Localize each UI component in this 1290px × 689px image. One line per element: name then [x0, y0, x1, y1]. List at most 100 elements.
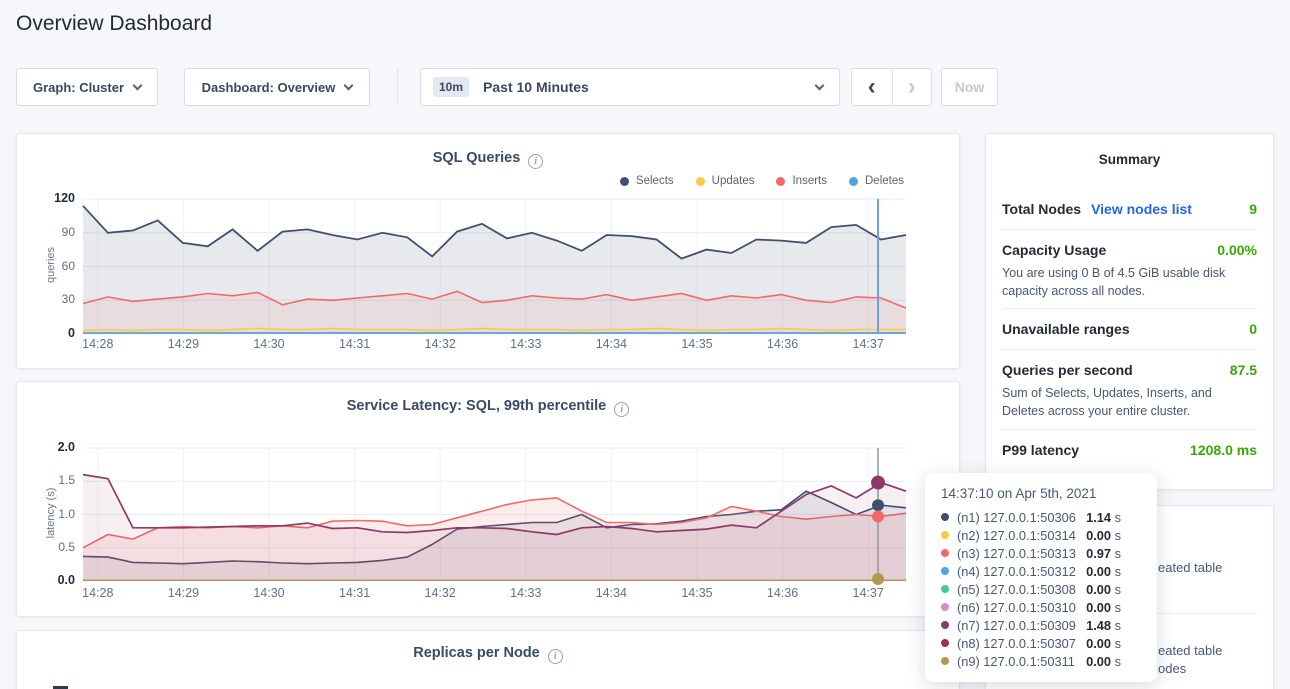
chart-card-replicas-per-node: Replicas per Nodei	[16, 630, 960, 689]
y-axis-title: latency (s)	[45, 463, 57, 563]
node-latency-unit: s	[1111, 546, 1121, 561]
x-tick-label: 14:36	[767, 586, 798, 600]
event-fragment: odes	[1158, 661, 1186, 676]
chevron-left-icon: ‹	[868, 73, 876, 101]
info-icon[interactable]: i	[528, 154, 543, 169]
summary-row: Total NodesView nodes list9	[1002, 189, 1257, 221]
legend-label: Inserts	[792, 175, 827, 187]
node-color-dot	[941, 585, 949, 593]
chart-card-service-latency: Service Latency: SQL, 99th percentilei 0…	[16, 381, 960, 617]
x-tick-label: 14:28	[82, 586, 113, 600]
chart-title: Replicas per Nodei	[17, 645, 959, 664]
x-tick-label: 14:34	[596, 586, 627, 600]
info-icon[interactable]: i	[548, 649, 563, 664]
now-button[interactable]: Now	[941, 68, 998, 106]
sql-queries-plot[interactable]	[83, 199, 906, 334]
x-tick-label: 14:30	[253, 337, 284, 351]
chart-title-text: SQL Queries	[433, 150, 521, 166]
chart-card-sql-queries: SQL Queries i Selects Updates Inserts Delete…	[16, 133, 960, 369]
x-tick-label: 14:28	[82, 337, 113, 351]
summary-description: You are using 0 B of 4.5 GiB usable disk…	[1002, 264, 1257, 300]
tooltip-row: (n6) 127.0.0.1:50310 0.00 s	[941, 598, 1141, 616]
dashboard-dropdown-label: Dashboard: Overview	[202, 80, 336, 95]
legend-item-updates[interactable]: Updates	[696, 175, 755, 187]
x-tick-label: 14:29	[168, 586, 199, 600]
tooltip-row: (n1) 127.0.0.1:503061.14 s	[941, 508, 1141, 526]
node-latency-value: 0.00 s	[1086, 564, 1141, 579]
crosshair-point	[872, 573, 884, 585]
node-latency-value: 0.00 s	[1086, 582, 1141, 597]
node-latency-value: 1.48 s	[1086, 618, 1141, 633]
event-fragment: eated table	[1158, 643, 1222, 658]
graph-dropdown-label: Graph: Cluster	[33, 80, 124, 95]
time-next-button[interactable]: ›	[892, 68, 932, 106]
summary-row: P99 latency1208.0 ms	[1002, 430, 1257, 462]
now-button-label: Now	[955, 79, 985, 95]
event-fragment: eated table	[1158, 560, 1222, 575]
time-range-dropdown[interactable]: 10m Past 10 Minutes	[420, 68, 840, 106]
node-latency-value: 0.00 s	[1086, 600, 1141, 615]
summary-label: Queries per second	[1002, 362, 1133, 378]
controls-divider	[397, 68, 398, 106]
info-icon[interactable]: i	[614, 402, 629, 417]
dashboard-dropdown[interactable]: Dashboard: Overview	[184, 68, 370, 106]
graph-dropdown[interactable]: Graph: Cluster	[16, 68, 158, 106]
summary-value: 9	[1249, 201, 1257, 217]
x-tick-label: 14:31	[339, 586, 370, 600]
tooltip-row: (n4) 127.0.0.1:503120.00 s	[941, 562, 1141, 580]
time-prev-button[interactable]: ‹	[852, 68, 892, 106]
node-latency-value: 0.97 s	[1086, 546, 1141, 561]
node-latency-unit: s	[1111, 510, 1121, 525]
y-axis-title: queries	[45, 215, 57, 315]
node-latency-value: 0.00 s	[1086, 528, 1141, 543]
tooltip-row: (n8) 127.0.0.1:503070.00 s	[941, 634, 1141, 652]
view-nodes-list-link[interactable]: View nodes list	[1091, 201, 1192, 217]
crosshair-point	[872, 510, 884, 522]
legend-item-selects[interactable]: Selects	[620, 175, 674, 187]
summary-row: Unavailable ranges 0	[1002, 309, 1257, 341]
legend-item-inserts[interactable]: Inserts	[776, 175, 827, 187]
node-latency-unit: s	[1111, 654, 1121, 669]
node-latency-value: 0.00 s	[1086, 654, 1141, 669]
node-latency-value: 0.00 s	[1086, 636, 1141, 651]
tooltip-header: 14:37:10 on Apr 5th, 2021	[941, 486, 1141, 501]
chevron-down-icon	[344, 80, 354, 90]
x-tick-label: 14:31	[339, 337, 370, 351]
y-tick-label: 0.0	[17, 573, 75, 587]
legend-label: Updates	[712, 175, 755, 187]
x-tick-label: 14:37	[853, 337, 884, 351]
x-tick-label: 14:33	[510, 586, 541, 600]
summary-label: Unavailable ranges	[1002, 321, 1130, 337]
tooltip-row: (n7) 127.0.0.1:503091.48 s	[941, 616, 1141, 634]
legend-item-deletes[interactable]: Deletes	[849, 175, 904, 187]
x-tick-label: 14:35	[681, 586, 712, 600]
service-latency-plot[interactable]	[83, 448, 906, 581]
node-address: (n5) 127.0.0.1:50308	[957, 582, 1076, 597]
summary-label: P99 latency	[1002, 442, 1079, 458]
summary-row: Capacity Usage0.00%	[1002, 230, 1257, 262]
page-title: Overview Dashboard	[16, 12, 212, 36]
node-color-dot	[941, 531, 949, 539]
x-tick-label: 14:29	[168, 337, 199, 351]
chevron-right-icon: ›	[908, 73, 916, 101]
time-range-label: Past 10 Minutes	[483, 79, 589, 95]
summary-card: Summary Total NodesView nodes list9Capac…	[985, 133, 1274, 490]
node-latency-unit: s	[1111, 564, 1121, 579]
tooltip-row: (n5) 127.0.0.1:50308 0.00 s	[941, 580, 1141, 598]
legend-dot	[696, 177, 705, 186]
summary-value: 0	[1249, 321, 1257, 337]
node-latency-unit: s	[1111, 618, 1121, 633]
summary-label: Capacity Usage	[1002, 242, 1106, 258]
node-address: (n3) 127.0.0.1:50313	[957, 546, 1076, 561]
summary-title: Summary	[1002, 152, 1257, 167]
chart-title: Service Latency: SQL, 99th percentilei	[17, 398, 959, 417]
y-tick-label: 2.0	[17, 440, 75, 454]
chevron-down-icon	[815, 80, 825, 90]
chart-legend: Selects Updates Inserts Deletes	[620, 175, 904, 187]
node-color-dot	[941, 513, 949, 521]
x-tick-label: 14:32	[425, 337, 456, 351]
legend-dot	[776, 177, 785, 186]
node-address: (n6) 127.0.0.1:50310	[957, 600, 1076, 615]
tooltip-row: (n3) 127.0.0.1:50313 0.97 s	[941, 544, 1141, 562]
node-latency-unit: s	[1111, 600, 1121, 615]
